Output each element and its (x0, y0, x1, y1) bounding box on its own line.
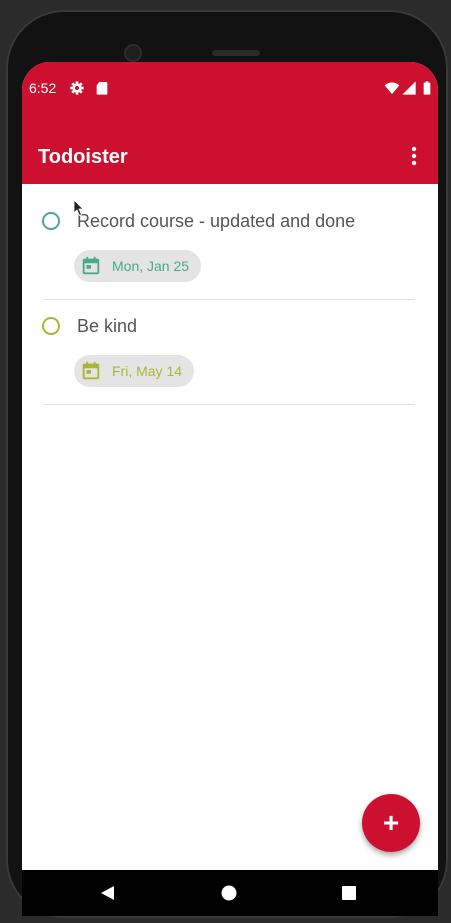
status-bar: 6:52 (22, 76, 438, 100)
due-date-label: Mon, Jan 25 (112, 258, 190, 274)
earpiece-speaker (212, 50, 260, 56)
add-task-button[interactable]: + (362, 794, 420, 852)
task-complete-checkbox[interactable] (42, 212, 60, 230)
task-title: Be kind (77, 316, 138, 336)
navigation-bar (22, 870, 438, 916)
signal-icon (402, 81, 416, 95)
mouse-cursor (74, 200, 84, 216)
front-camera (124, 44, 142, 62)
home-icon[interactable] (221, 885, 237, 901)
due-date-chip[interactable]: Mon, Jan 25 (74, 250, 202, 282)
app-bar: 6:52 Todoister (22, 62, 438, 184)
task-divider (44, 299, 415, 300)
due-date-chip[interactable]: Fri, May 14 (74, 355, 195, 387)
app-title: Todoister (38, 146, 128, 168)
due-date-label: Fri, May 14 (112, 363, 183, 379)
back-icon[interactable] (99, 885, 115, 901)
task-title: Record course - updated and done (77, 211, 356, 231)
sd-card-icon (96, 82, 108, 95)
more-vert-icon[interactable] (402, 144, 426, 168)
recents-icon[interactable] (342, 886, 356, 900)
battery-icon (423, 81, 431, 95)
settings-icon (70, 81, 84, 95)
wifi-icon (384, 82, 400, 94)
calendar-icon (82, 361, 100, 380)
status-time: 6:52 (29, 80, 57, 96)
calendar-icon (82, 256, 100, 275)
task-complete-checkbox[interactable] (42, 317, 60, 335)
add-icon: + (382, 807, 400, 838)
app-screen: 6:52 Todoister Record course - updated a… (22, 62, 438, 872)
task-divider (44, 404, 415, 405)
